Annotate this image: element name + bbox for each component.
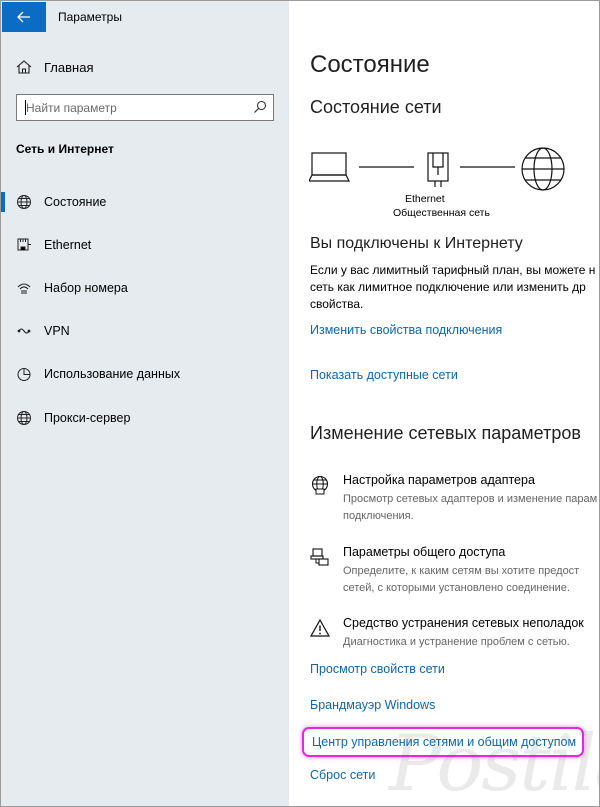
main-content: Состояние Состояние сети Ethernet Общест… bbox=[289, 1, 599, 806]
globe-icon bbox=[17, 411, 31, 425]
connected-heading: Вы подключены к Интернету bbox=[310, 235, 523, 252]
sidebar-item-status[interactable]: Состояние bbox=[1, 187, 289, 217]
sharing-icon bbox=[310, 548, 329, 566]
internet-globe-icon bbox=[521, 147, 565, 191]
sidebar-item-label: Состояние bbox=[44, 195, 107, 209]
selection-indicator bbox=[1, 192, 5, 212]
sidebar-item-label: Использование данных bbox=[44, 367, 181, 381]
sidebar-item-ethernet[interactable]: Ethernet bbox=[1, 230, 289, 260]
back-button[interactable] bbox=[2, 2, 46, 32]
sidebar-item-data-usage[interactable]: Использование данных bbox=[1, 359, 289, 389]
description-line: Диагностика и устранение проблем с сетью… bbox=[343, 636, 570, 648]
page-title: Состояние bbox=[310, 51, 430, 78]
description-line: Просмотр сетевых адаптеров и изменение п… bbox=[343, 493, 598, 505]
sidebar-section-title: Сеть и Интернет bbox=[16, 142, 114, 156]
back-arrow-icon bbox=[17, 11, 30, 23]
option-title: Параметры общего доступа bbox=[343, 545, 506, 559]
vpn-icon bbox=[17, 328, 31, 334]
sidebar-item-label: VPN bbox=[44, 324, 70, 338]
windows-firewall-link[interactable]: Брандмауэр Windows bbox=[310, 698, 435, 712]
view-network-properties-link[interactable]: Просмотр свойств сети bbox=[310, 662, 445, 676]
ethernet-port-icon bbox=[427, 152, 449, 187]
globe-icon bbox=[17, 195, 31, 209]
search-box[interactable] bbox=[16, 94, 274, 121]
sidebar-item-label: Ethernet bbox=[44, 238, 92, 252]
connected-description: Если у вас лимитный тарифный план, вы мо… bbox=[310, 262, 599, 313]
network-diagram bbox=[309, 147, 565, 191]
description-line: свойства. bbox=[310, 297, 364, 311]
search-icon[interactable] bbox=[253, 100, 267, 114]
option-title: Средство устранения сетевых неполадок bbox=[343, 616, 584, 630]
network-status-heading: Состояние сети bbox=[310, 97, 442, 117]
show-available-networks-link[interactable]: Показать доступные сети bbox=[310, 368, 458, 382]
description-line: сетей, с которыми установлено соединение… bbox=[343, 582, 570, 594]
option-description: Диагностика и устранение проблем с сетью… bbox=[343, 634, 570, 651]
home-nav-item[interactable]: Главная bbox=[15, 56, 93, 78]
change-connection-properties-link[interactable]: Изменить свойства подключения bbox=[310, 323, 502, 337]
option-title: Настройка параметров адаптера bbox=[343, 473, 535, 487]
description-line: Если у вас лимитный тарифный план, вы мо… bbox=[310, 263, 596, 277]
laptop-icon bbox=[309, 152, 350, 182]
adapter-icon bbox=[311, 475, 329, 495]
description-line: подключения. bbox=[343, 510, 414, 522]
adapter-settings-option[interactable]: Настройка параметров адаптера Просмотр с… bbox=[310, 473, 599, 525]
search-input[interactable] bbox=[26, 98, 241, 117]
option-description: Определите, к каким сетям вы хотите пред… bbox=[343, 563, 579, 597]
sidebar-item-vpn[interactable]: VPN bbox=[1, 316, 289, 346]
description-line: Определите, к каким сетям вы хотите пред… bbox=[343, 565, 580, 577]
home-icon bbox=[16, 60, 32, 74]
troubleshooter-option[interactable]: Средство устранения сетевых неполадок Ди… bbox=[310, 616, 599, 651]
description-line: сеть как лимитное подключение или измени… bbox=[310, 280, 586, 294]
watermark: Postila.ru bbox=[389, 719, 599, 807]
adapter-label: Ethernet bbox=[405, 193, 445, 205]
sidebar-item-proxy[interactable]: Прокси-сервер bbox=[1, 403, 289, 433]
change-settings-heading: Изменение сетевых параметров bbox=[310, 423, 581, 443]
window-title: Параметры bbox=[58, 10, 122, 24]
sidebar: Параметры Главная Сеть и Интернет bbox=[1, 1, 289, 806]
sharing-options-option[interactable]: Параметры общего доступа Определите, к к… bbox=[310, 545, 599, 597]
ethernet-icon bbox=[17, 238, 31, 251]
home-label: Главная bbox=[44, 59, 94, 75]
settings-window: Параметры Главная Сеть и Интернет bbox=[0, 0, 600, 807]
warning-icon bbox=[310, 618, 330, 637]
sidebar-item-label: Набор номера bbox=[44, 281, 128, 295]
text-caret bbox=[25, 100, 26, 115]
network-reset-link[interactable]: Сброс сети bbox=[310, 768, 375, 782]
sidebar-item-label: Прокси-сервер bbox=[44, 411, 131, 425]
network-type-label: Общественная сеть bbox=[393, 207, 490, 219]
dialup-icon bbox=[17, 283, 31, 294]
sidebar-item-dialup[interactable]: Набор номера bbox=[1, 273, 289, 303]
data-usage-icon bbox=[17, 368, 31, 381]
title-bar: Параметры bbox=[1, 1, 289, 33]
option-description: Просмотр сетевых адаптеров и изменение п… bbox=[343, 491, 597, 525]
